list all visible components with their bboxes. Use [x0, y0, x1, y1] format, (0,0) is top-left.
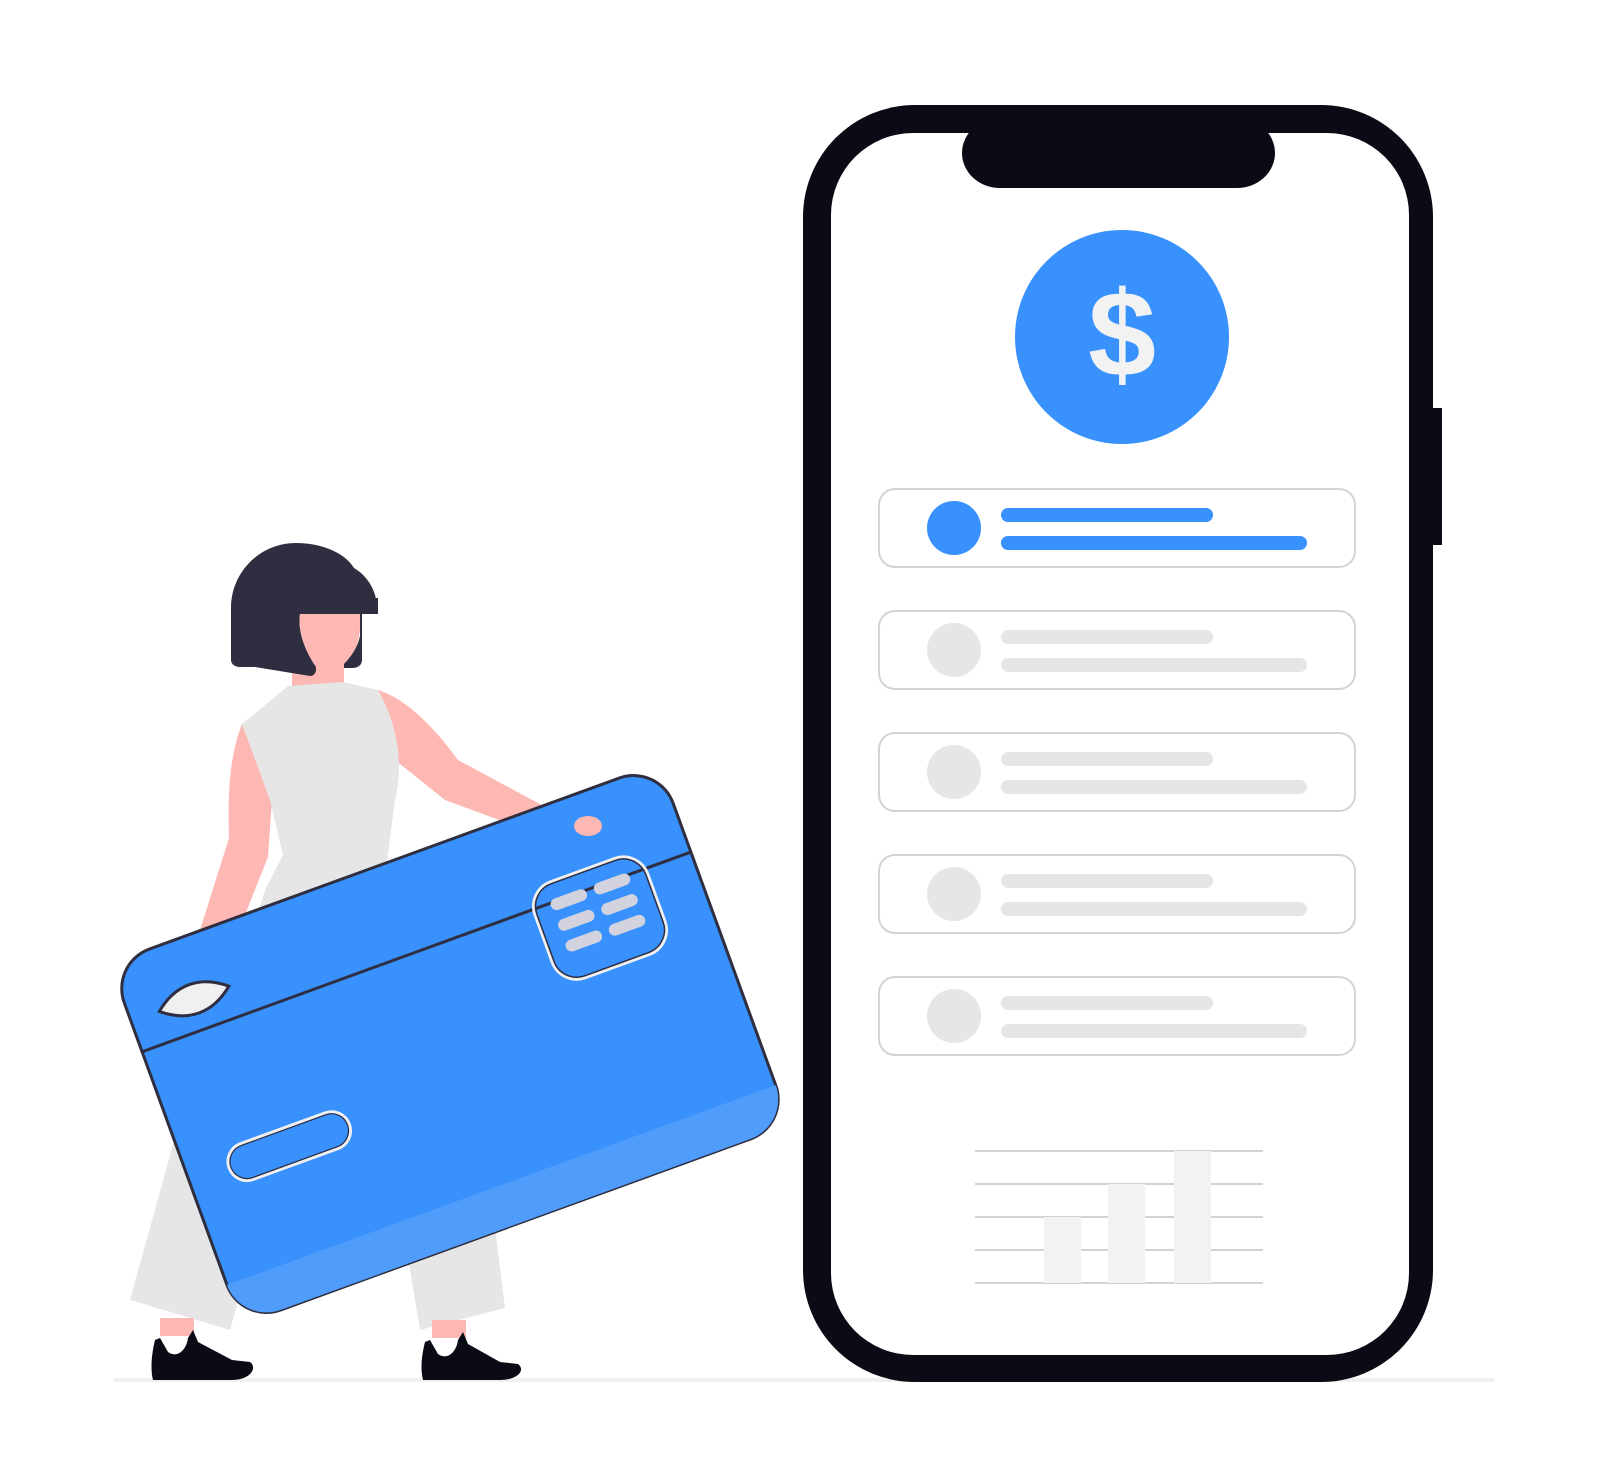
illustration-scene: $	[0, 0, 1600, 1481]
list-item[interactable]	[878, 488, 1356, 568]
credit-card-icon	[120, 774, 780, 1314]
list-item-avatar	[927, 623, 981, 677]
person-left-shoe	[151, 1330, 254, 1380]
currency-symbol: $	[1088, 266, 1156, 402]
list-item[interactable]	[878, 854, 1356, 934]
chart-bar	[1174, 1151, 1211, 1283]
list-item-line-short	[1001, 996, 1213, 1010]
chart-bar	[1108, 1184, 1145, 1283]
list-item[interactable]	[878, 610, 1356, 690]
list-item-line-short	[1001, 630, 1213, 644]
list-item[interactable]	[878, 976, 1356, 1056]
list-item-avatar	[927, 745, 981, 799]
list-item-line-short	[1001, 874, 1213, 888]
dollar-coin-icon: $	[1015, 230, 1229, 444]
list-item-line-long	[1001, 780, 1307, 794]
list-item-line-short	[1001, 508, 1213, 522]
person-fringe	[298, 598, 378, 614]
list-item[interactable]	[878, 732, 1356, 812]
person-left-ankle	[160, 1318, 194, 1336]
chart-bar	[1044, 1217, 1081, 1283]
list-item-line-long	[1001, 658, 1307, 672]
person-right-ankle	[432, 1320, 466, 1338]
phone: $	[803, 105, 1442, 1382]
list-item-avatar	[927, 867, 981, 921]
list-item-line-long	[1001, 536, 1307, 550]
list-item-line-short	[1001, 752, 1213, 766]
phone-notch	[962, 118, 1275, 188]
person-hand	[574, 816, 602, 836]
person-right-shoe	[421, 1332, 522, 1380]
list-item-avatar	[927, 501, 981, 555]
list-item-line-long	[1001, 1024, 1307, 1038]
list-item-line-long	[1001, 902, 1307, 916]
list-item-avatar	[927, 989, 981, 1043]
